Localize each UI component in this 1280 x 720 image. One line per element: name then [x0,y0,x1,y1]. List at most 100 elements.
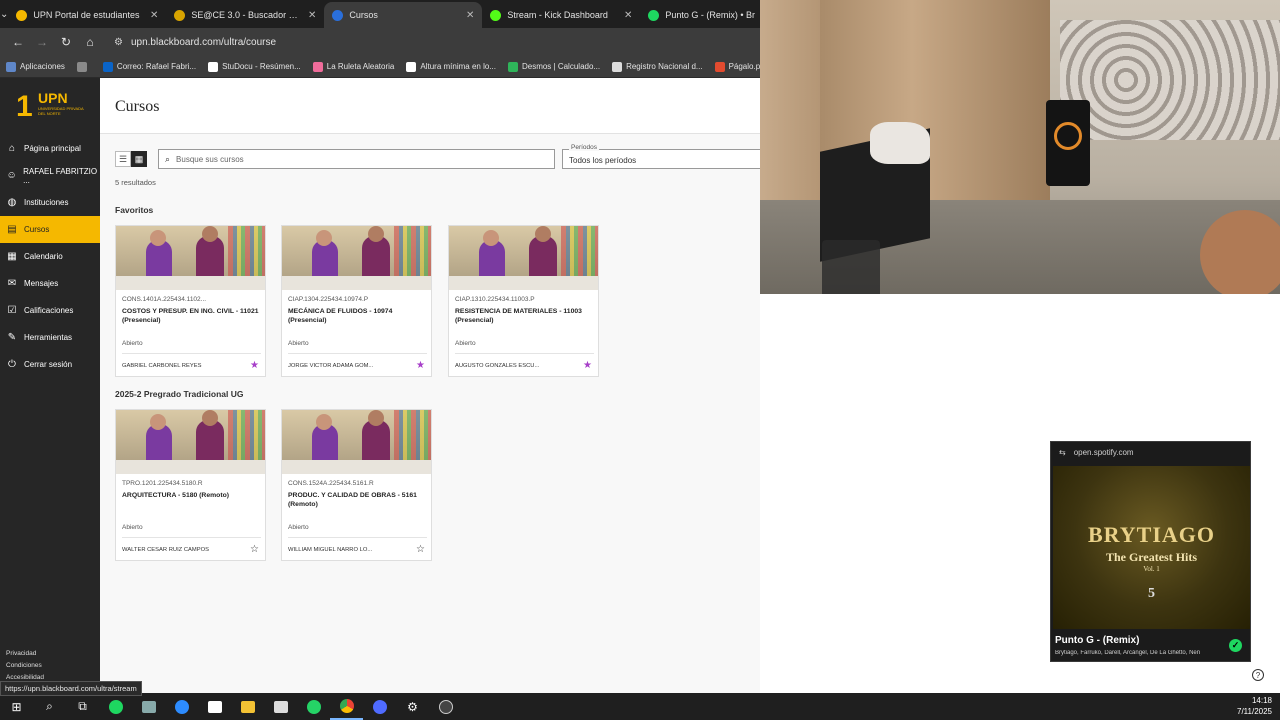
card-divider [288,353,427,354]
grid-view-icon[interactable]: ▦ [131,151,147,167]
tab-search-icon[interactable]: ⌄ [0,0,8,28]
sidebar-item[interactable]: ✉ Mensajes [0,270,100,297]
browser-tab[interactable]: UPN Portal de estudiantes ✕ [8,2,166,28]
bookmark-item[interactable]: Págalo.pe [714,61,760,72]
course-card[interactable]: CONS.1524A.225434.5161.R PRODUC. Y CALIDA… [281,409,432,561]
bookmark-item[interactable] [76,61,91,72]
browser-tab[interactable]: SE@CE 3.0 - Buscador Público ✕ [166,2,324,28]
bookmark-item[interactable]: La Ruleta Aleatoria [312,61,394,72]
card-divider [455,353,594,354]
course-name[interactable]: MECÁNICA DE FLUIDOS - 10974 (Presencial) [288,307,428,325]
course-image-detail [146,240,172,280]
course-card[interactable]: CIAP.1304.225434.10974.P MECÁNICA DE FLUI… [281,225,432,377]
address-bar[interactable]: ⚙ upn.blackboard.com/ultra/course [114,37,276,48]
bookmark-item[interactable]: Aplicaciones [6,61,65,72]
bookmark-item[interactable]: Correo: Rafael Fabri... [102,61,197,72]
home-icon[interactable]: ⌂ [78,35,102,49]
sidebar-item[interactable]: ✎ Herramientas [0,324,100,351]
bookmark-item[interactable]: Registro Nacional d... [612,61,703,72]
saved-check-icon[interactable]: ✓ [1229,639,1242,652]
app-icon[interactable] [264,693,297,720]
tab-close-icon[interactable]: ✕ [466,10,474,21]
course-name[interactable]: ARQUITECTURA - 5180 (Remoto) [122,491,262,500]
card-divider [288,537,427,538]
sidebar-item[interactable]: ◍ Instituciones [0,189,100,216]
spotify-miniplayer[interactable]: ⇆ open.spotify.com BRYTIAGO The Greatest… [1050,441,1251,662]
list-view-icon[interactable]: ☰ [115,151,131,167]
course-card[interactable]: CONS.1401A.225434.1102... COSTOS Y PRESUP… [115,225,266,377]
course-instructor: WALTER CESAR RUIZ CAMPOS [122,547,209,553]
back-icon[interactable]: ← [6,35,30,49]
task-view-icon[interactable]: ⧉ [66,693,99,720]
course-card[interactable]: CIAP.1310.225434.11003.P RESISTENCIA DE M… [448,225,599,377]
tab-close-icon[interactable]: ✕ [308,10,316,21]
bookmark-label: Correo: Rafael Fabri... [116,62,197,71]
sidebar-item-label: Cursos [24,225,50,234]
course-image-detail [316,230,332,246]
obs-app-icon[interactable] [429,693,462,720]
favorite-star-icon[interactable]: ☆ [250,544,259,555]
sidebar-item[interactable]: ▦ Calendario [0,243,100,270]
camera-app-icon[interactable] [132,693,165,720]
course-name[interactable]: RESISTENCIA DE MATERIALES - 11003 (Prese… [455,307,595,325]
tab-close-icon[interactable]: ✕ [150,10,158,21]
start-icon[interactable]: ⊞ [0,693,33,720]
footer-link[interactable]: Privacidad [6,648,44,660]
site-info-icon[interactable]: ⚙ [114,37,123,48]
file-explorer-icon[interactable] [231,693,264,720]
course-image-detail [228,226,265,276]
bookmark-item[interactable]: StuDocu - Resúmen... [208,61,301,72]
sidebar-item[interactable]: ▤ Cursos [0,216,100,243]
bookmark-favicon-icon [76,61,87,72]
course-card[interactable]: TPRO.1201.225434.5180.R ARQUITECTURA - 51… [115,409,266,561]
bookmark-favicon-icon [312,61,323,72]
system-clock[interactable]: 14:18 7/11/2025 [1237,695,1272,717]
browser-tab[interactable]: Cursos ✕ [324,2,483,28]
reload-icon[interactable]: ↻ [54,35,78,49]
sidebar-item-label: RAFAEL FABRITZIO ... [23,166,98,185]
browser-tab[interactable]: Stream - Kick Dashboard ✕ [482,2,640,28]
favorite-star-icon[interactable]: ★ [416,360,425,371]
footer-link[interactable]: Condiciones [6,660,44,672]
track-artists: Brytiago, Farruko, Darell, Arcángel, De … [1055,650,1201,656]
sidebar-item[interactable]: ☑ Calificaciones [0,297,100,324]
course-name[interactable]: COSTOS Y PRESUP. EN ING. CIVIL - 11021 (… [122,307,262,325]
course-search-input[interactable]: ⌕ Busque sus cursos [158,149,555,169]
settings-icon[interactable]: ⚙ [396,693,429,720]
course-image-detail [483,230,499,246]
bookmark-item[interactable]: Altura mínima en lo... [406,61,496,72]
search-icon[interactable]: ⌕ [33,693,66,720]
webcam-overlay [760,0,1280,294]
sidebar-item[interactable]: ⏻ Cerrar sesión [0,351,100,378]
zoom-workplace-icon[interactable] [363,693,396,720]
upn-logo[interactable]: 1 UPN UNIVERSIDAD PRIVADA DEL NORTE [16,88,86,126]
favorite-star-icon[interactable]: ☆ [416,544,425,555]
tab-title: Cursos [349,10,378,20]
favorite-star-icon[interactable]: ★ [583,360,592,371]
course-name[interactable]: PRODUC. Y CALIDAD DE OBRAS - 5161 (Remot… [288,491,428,509]
sidebar-item[interactable]: ☺ RAFAEL FABRITZIO ... [0,162,100,189]
tab-title: Stream - Kick Dashboard [507,10,608,20]
course-instructor: WILLIAM MIGUEL NARRO LO... [288,547,373,553]
bookmark-favicon-icon [714,61,725,72]
favorite-star-icon[interactable]: ★ [250,360,259,371]
tab-close-icon[interactable]: ✕ [624,10,632,21]
bookmark-label: Págalo.pe [728,62,760,71]
album-art: BRYTIAGO The Greatest Hits Vol. 1 5 [1053,466,1250,629]
view-toggle: ☰ ▦ [115,151,147,167]
chrome-app-icon[interactable] [330,693,363,720]
course-instructor: GABRIEL CARBONEL REYES [122,363,202,369]
help-icon[interactable]: ? [1252,669,1264,681]
periods-select[interactable]: Períodos Todos los períodos [562,144,762,169]
forward-icon[interactable]: → [30,35,54,49]
course-code: CONS.1524A.225434.5161.R [288,480,374,487]
sidebar-item[interactable]: ⌂ Página principal [0,135,100,162]
zoom-app-icon[interactable] [165,693,198,720]
notion-app-icon[interactable] [198,693,231,720]
search-icon: ⌕ [165,153,171,164]
site-settings-icon[interactable]: ⇆ [1059,448,1066,457]
spotify-app-icon[interactable] [99,693,132,720]
page-header: Cursos [100,78,760,134]
bookmark-item[interactable]: Desmos | Calculado... [507,61,600,72]
whatsapp-app-icon[interactable] [297,693,330,720]
